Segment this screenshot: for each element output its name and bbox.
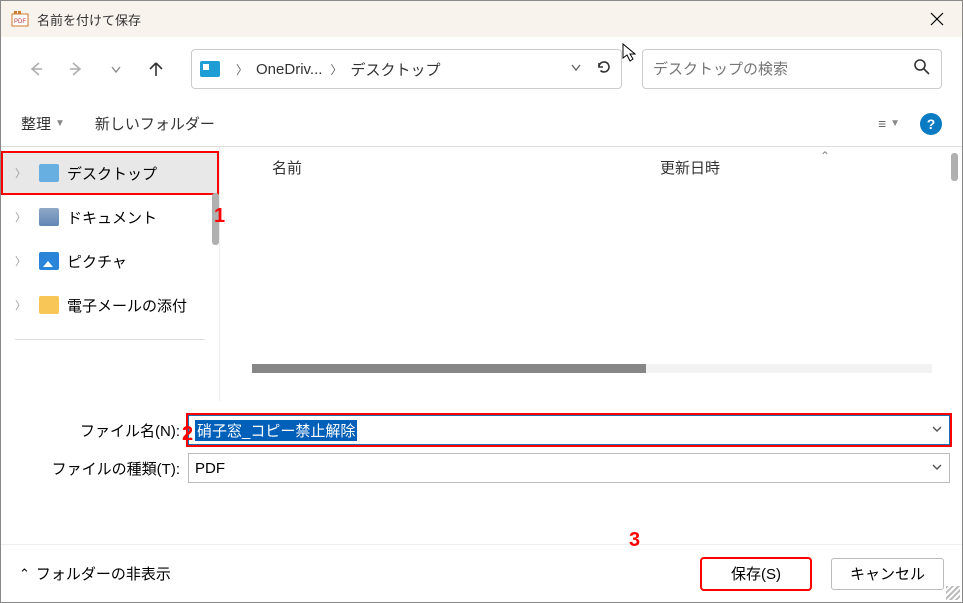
- chevron-down-icon[interactable]: [931, 423, 943, 438]
- footer: ⌃ フォルダーの非表示 保存(S) キャンセル: [1, 544, 962, 602]
- filetype-label: ファイルの種類(T):: [13, 458, 188, 479]
- tree-item-documents[interactable]: 〉 ドキュメント: [1, 195, 219, 239]
- forward-button[interactable]: [61, 54, 91, 84]
- tree-item-email[interactable]: 〉 電子メールの添付: [1, 283, 219, 327]
- chevron-right-icon[interactable]: 〉: [15, 165, 31, 181]
- tree-label: 電子メールの添付: [67, 295, 187, 316]
- titlebar: PDF 名前を付けて保存: [1, 1, 962, 37]
- file-list-body[interactable]: [220, 187, 962, 377]
- annotation-1: 1: [214, 205, 225, 228]
- tree-item-desktop[interactable]: 〉 デスクトップ: [1, 151, 219, 195]
- chevron-up-icon: ⌃: [19, 566, 30, 582]
- breadcrumb: 〉 OneDriv... 〉 デスクトップ: [228, 59, 563, 80]
- sidebar: 〉 デスクトップ 〉 ドキュメント 〉 ピクチャ 〉 電子メールの添付: [1, 147, 219, 401]
- window-title: 名前を付けて保存: [37, 10, 141, 29]
- chevron-right-icon[interactable]: 〉: [15, 253, 31, 269]
- hide-folders-label: フォルダーの非表示: [36, 563, 171, 584]
- toolbar: 整理 ▼ 新しいフォルダー ▼ ?: [1, 101, 962, 147]
- pictures-icon: [39, 252, 59, 270]
- column-name[interactable]: 名前: [220, 157, 660, 178]
- folder-icon: [39, 164, 59, 182]
- sort-indicator-icon: ⌃: [820, 149, 830, 163]
- chevron-down-icon[interactable]: [931, 461, 943, 476]
- file-list: ⌃ 名前 更新日時: [219, 147, 962, 401]
- annotation-2: 2: [182, 423, 193, 446]
- svg-text:PDF: PDF: [14, 19, 26, 25]
- breadcrumb-part[interactable]: デスクトップ: [350, 59, 440, 80]
- search-icon[interactable]: [913, 58, 931, 81]
- organize-button[interactable]: 整理 ▼: [21, 113, 65, 134]
- help-button[interactable]: ?: [920, 113, 942, 135]
- search-box[interactable]: [642, 49, 942, 89]
- documents-icon: [39, 208, 59, 226]
- main-area: 〉 デスクトップ 〉 ドキュメント 〉 ピクチャ 〉 電子メールの添付 ⌃ 名前…: [1, 147, 962, 401]
- chevron-right-icon[interactable]: 〉: [236, 61, 248, 78]
- new-folder-button[interactable]: 新しいフォルダー: [95, 113, 215, 134]
- horizontal-scrollbar[interactable]: [252, 364, 932, 373]
- back-button[interactable]: [21, 54, 51, 84]
- chevron-right-icon[interactable]: 〉: [15, 297, 31, 313]
- app-icon: PDF: [11, 10, 29, 28]
- cancel-button[interactable]: キャンセル: [831, 558, 944, 590]
- tree-item-pictures[interactable]: 〉 ピクチャ: [1, 239, 219, 283]
- vertical-scrollbar[interactable]: [951, 153, 958, 181]
- filetype-field[interactable]: PDF: [188, 453, 950, 483]
- tree-label: ピクチャ: [67, 251, 127, 272]
- location-icon: [200, 61, 220, 77]
- up-button[interactable]: [141, 54, 171, 84]
- chevron-down-icon: ▼: [55, 118, 65, 129]
- tree-label: デスクトップ: [67, 163, 157, 184]
- annotation-3: 3: [629, 529, 640, 552]
- address-bar[interactable]: 〉 OneDriv... 〉 デスクトップ: [191, 49, 622, 89]
- refresh-button[interactable]: [595, 58, 613, 81]
- column-date[interactable]: 更新日時: [660, 157, 962, 178]
- hide-folders-toggle[interactable]: ⌃ フォルダーの非表示: [19, 563, 171, 584]
- filename-label: ファイル名(N):: [13, 420, 188, 441]
- recent-dropdown[interactable]: [101, 54, 131, 84]
- breadcrumb-part[interactable]: OneDriv...: [256, 61, 322, 78]
- view-mode-button[interactable]: ▼: [878, 115, 900, 133]
- divider: [15, 339, 205, 340]
- filetype-value: PDF: [195, 460, 225, 477]
- tree-label: ドキュメント: [67, 207, 157, 228]
- navbar: 〉 OneDriv... 〉 デスクトップ: [1, 37, 962, 101]
- chevron-right-icon[interactable]: 〉: [330, 61, 342, 78]
- save-form: ファイル名(N): 硝子窓_コピー禁止解除 ファイルの種類(T): PDF: [1, 401, 962, 493]
- save-button[interactable]: 保存(S): [701, 558, 811, 590]
- address-dropdown[interactable]: [569, 60, 583, 79]
- mail-folder-icon: [39, 296, 59, 314]
- filename-value: 硝子窓_コピー禁止解除: [195, 420, 357, 441]
- search-input[interactable]: [653, 61, 913, 78]
- filename-field[interactable]: 硝子窓_コピー禁止解除: [188, 415, 950, 445]
- scrollbar-thumb[interactable]: [252, 364, 646, 373]
- close-button[interactable]: [912, 1, 962, 37]
- chevron-right-icon[interactable]: 〉: [15, 209, 31, 225]
- column-headers: 名前 更新日時: [220, 147, 962, 187]
- resize-grip[interactable]: [946, 586, 960, 600]
